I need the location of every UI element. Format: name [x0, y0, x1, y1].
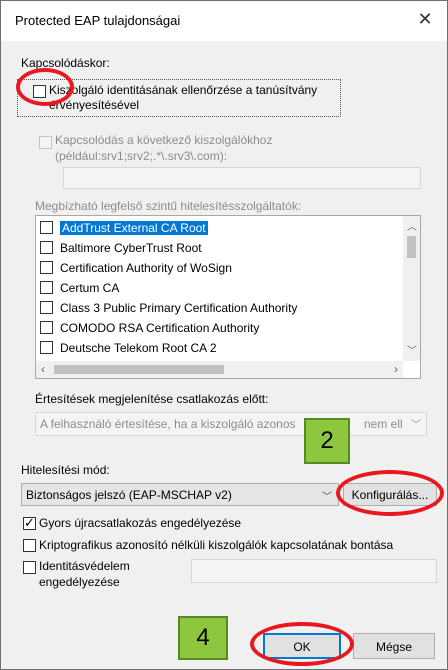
connect-heading: Kapcsolódáskor: [21, 56, 110, 70]
ca-checkbox[interactable] [40, 261, 53, 274]
auth-method-select[interactable]: Biztonságos jelszó (EAP-MSCHAP v2) ﹀ [21, 483, 339, 506]
chevron-down-icon: ﹀ [411, 420, 421, 431]
ca-checkbox[interactable] [40, 321, 53, 334]
cancel-button-label: Mégse [375, 640, 413, 654]
disconnect-no-crypto-label: Kriptografikus azonosító nélküli kiszolg… [39, 538, 394, 552]
ca-label: Deutsche Telekom Root CA 2 [60, 341, 217, 355]
annotation-circle-configure [336, 470, 444, 516]
vertical-scrollbar[interactable]: ︿ ﹀ [403, 216, 420, 361]
scroll-left-icon[interactable]: ‹ [41, 362, 45, 376]
identity-privacy-label-line2: engedélyezése [39, 575, 120, 589]
connect-servers-label-line2: (például:srv1;srv2;.*\.srv3\.com): [55, 149, 228, 163]
ca-checkbox[interactable] [40, 241, 53, 254]
notifications-value-right: nem ell [364, 417, 403, 431]
auth-method-label: Hitelesítési mód: [21, 463, 110, 477]
verify-server-label-line1: Kiszolgáló identitásának ellenőrzése a t… [49, 83, 318, 97]
disconnect-no-crypto-checkbox[interactable] [23, 539, 36, 552]
horizontal-scrollbar[interactable]: ‹ › [36, 361, 403, 378]
ca-checkbox[interactable] [40, 221, 53, 234]
fast-reconnect-checkbox[interactable] [23, 515, 36, 531]
annotation-badge-2: 2 [304, 418, 350, 464]
identity-privacy-label-line1: Identitásvédelem [39, 559, 130, 573]
scroll-right-icon[interactable]: › [394, 362, 398, 376]
notifications-select[interactable]: A felhasználó értesítése, ha a kiszolgál… [35, 412, 427, 436]
protected-eap-dialog: Protected EAP tulajdonságai ✕ Kapcsolódá… [0, 0, 448, 670]
annotation-circle-ok [250, 622, 354, 666]
notifications-value-left: A felhasználó értesítése, ha a kiszolgál… [40, 417, 296, 431]
ca-label: COMODO RSA Certification Authority [60, 321, 260, 335]
scroll-down-icon[interactable]: ﹀ [407, 342, 417, 357]
title-bar: Protected EAP tulajdonságai ✕ [1, 1, 447, 41]
cancel-button[interactable]: Mégse [353, 633, 435, 659]
annotation-circle-verify [16, 68, 74, 106]
identity-input[interactable] [191, 559, 437, 583]
ca-label: AddTrust External CA Root [60, 221, 208, 235]
identity-privacy-checkbox[interactable] [23, 561, 36, 574]
scroll-up-icon[interactable]: ︿ [407, 218, 417, 233]
ca-label: Baltimore CyberTrust Root [60, 241, 202, 255]
connect-servers-checkbox[interactable] [39, 136, 52, 149]
close-icon[interactable]: ✕ [413, 9, 437, 30]
window-title: Protected EAP tulajdonságai [15, 13, 181, 28]
hscroll-thumb[interactable] [54, 365, 224, 374]
annotation-badge-4: 4 [178, 616, 228, 660]
trusted-ca-list[interactable]: AddTrust External CA Root Baltimore Cybe… [35, 215, 421, 379]
chevron-down-icon: ﹀ [322, 492, 332, 503]
ca-label: Certification Authority of WoSign [60, 261, 232, 275]
trusted-ca-label: Megbízható legfelső szintű hitelesítéssz… [35, 199, 302, 213]
connect-servers-label-line1: Kapcsolódás a következő kiszolgálókhoz [55, 133, 273, 147]
notifications-label: Értesítések megjelenítése csatlakozás el… [35, 392, 269, 406]
fast-reconnect-label: Gyors újracsatlakozás engedélyezése [39, 516, 242, 530]
ca-checkbox[interactable] [40, 301, 53, 314]
scroll-thumb[interactable] [407, 236, 416, 258]
ca-checkbox[interactable] [40, 341, 53, 354]
ca-label: Certum CA [60, 281, 120, 295]
ca-checkbox[interactable] [40, 281, 53, 294]
ca-label: Class 3 Public Primary Certification Aut… [60, 301, 298, 315]
auth-method-value: Biztonságos jelszó (EAP-MSCHAP v2) [26, 488, 232, 502]
servers-input[interactable] [63, 167, 421, 189]
